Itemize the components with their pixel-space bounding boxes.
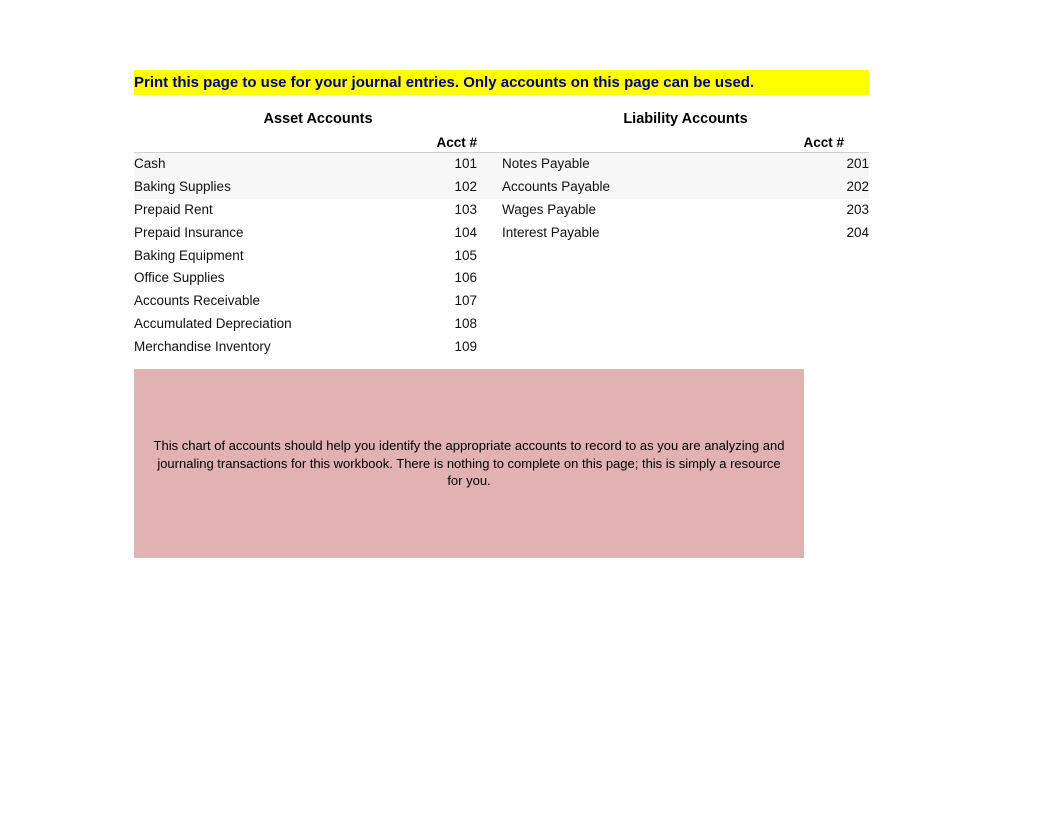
liability-accounts-column: Liability Accounts Acct # Notes Payable … <box>502 111 869 359</box>
liability-num: 204 <box>846 224 869 243</box>
asset-heading: Asset Accounts <box>134 111 502 127</box>
liability-num: 203 <box>846 201 869 220</box>
asset-num: 101 <box>454 155 502 174</box>
asset-row: Prepaid Insurance 104 <box>134 222 502 245</box>
document-page: Print this page to use for your journal … <box>134 70 869 558</box>
liability-row: Notes Payable 201 <box>502 153 869 176</box>
liability-name: Accounts Payable <box>502 178 610 197</box>
liability-name: Interest Payable <box>502 224 600 243</box>
asset-name: Accumulated Depreciation <box>134 315 292 334</box>
asset-row: Baking Supplies 102 <box>134 176 502 199</box>
asset-num: 106 <box>454 269 502 288</box>
accounts-columns: Asset Accounts Acct # Cash 101 Baking Su… <box>134 111 869 359</box>
asset-row: Office Supplies 106 <box>134 267 502 290</box>
liability-num: 201 <box>846 155 869 174</box>
asset-acct-col-label: Acct # <box>436 135 502 150</box>
instruction-banner: Print this page to use for your journal … <box>134 70 869 95</box>
asset-row: Merchandise Inventory 109 <box>134 336 502 359</box>
asset-name: Baking Supplies <box>134 178 231 197</box>
liability-acct-col-label: Acct # <box>803 135 869 150</box>
asset-name: Prepaid Insurance <box>134 224 244 243</box>
liability-heading: Liability Accounts <box>502 111 869 127</box>
note-text: This chart of accounts should help you i… <box>154 438 785 488</box>
asset-num: 102 <box>454 178 502 197</box>
asset-row: Baking Equipment 105 <box>134 245 502 268</box>
asset-name: Merchandise Inventory <box>134 338 271 357</box>
asset-name: Prepaid Rent <box>134 201 213 220</box>
asset-num: 103 <box>454 201 502 220</box>
liability-name: Wages Payable <box>502 201 596 220</box>
liability-row: Accounts Payable 202 <box>502 176 869 199</box>
asset-num: 107 <box>454 292 502 311</box>
asset-row: Accounts Receivable 107 <box>134 290 502 313</box>
liability-subhead-row: Acct # <box>502 133 869 153</box>
asset-accounts-column: Asset Accounts Acct # Cash 101 Baking Su… <box>134 111 502 359</box>
liability-row: Interest Payable 204 <box>502 222 869 245</box>
asset-row: Prepaid Rent 103 <box>134 199 502 222</box>
asset-name: Office Supplies <box>134 269 225 288</box>
asset-row: Cash 101 <box>134 153 502 176</box>
note-box: This chart of accounts should help you i… <box>134 369 804 558</box>
liability-name: Notes Payable <box>502 155 590 174</box>
asset-num: 105 <box>454 247 502 266</box>
asset-num: 108 <box>454 315 502 334</box>
asset-name: Cash <box>134 155 166 174</box>
asset-subhead-row: Acct # <box>134 133 502 153</box>
liability-row: Wages Payable 203 <box>502 199 869 222</box>
asset-num: 104 <box>454 224 502 243</box>
banner-text: Print this page to use for your journal … <box>134 74 754 91</box>
asset-row: Accumulated Depreciation 108 <box>134 313 502 336</box>
asset-name: Baking Equipment <box>134 247 244 266</box>
asset-name: Accounts Receivable <box>134 292 260 311</box>
asset-num: 109 <box>454 338 502 357</box>
liability-num: 202 <box>846 178 869 197</box>
